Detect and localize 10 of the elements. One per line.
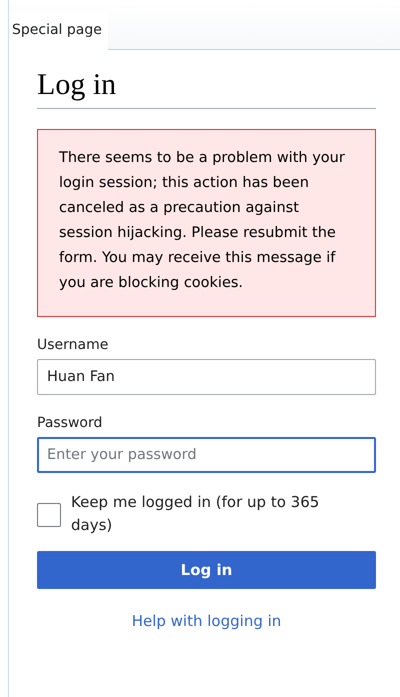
page-heading: Log in bbox=[37, 68, 376, 109]
field-label: Username bbox=[37, 337, 110, 353]
error-message: There seems to be a problem with your login session; this action has been canceled as a precaution against session hijacking. Please resubmit the form. You may receive this message if you are blocking cookies. bbox=[37, 129, 376, 317]
help-link[interactable]: Help with logging in bbox=[132, 612, 282, 630]
login-button[interactable]: Log in bbox=[37, 551, 376, 589]
checkbox-label: Keep me logged in (for up to 365 days) bbox=[71, 492, 320, 536]
input-field[interactable]: Enter your password bbox=[37, 437, 376, 473]
field-label: Password bbox=[37, 415, 104, 431]
checkbox[interactable] bbox=[37, 503, 61, 527]
input-field[interactable]: Huan Fan bbox=[37, 359, 376, 395]
